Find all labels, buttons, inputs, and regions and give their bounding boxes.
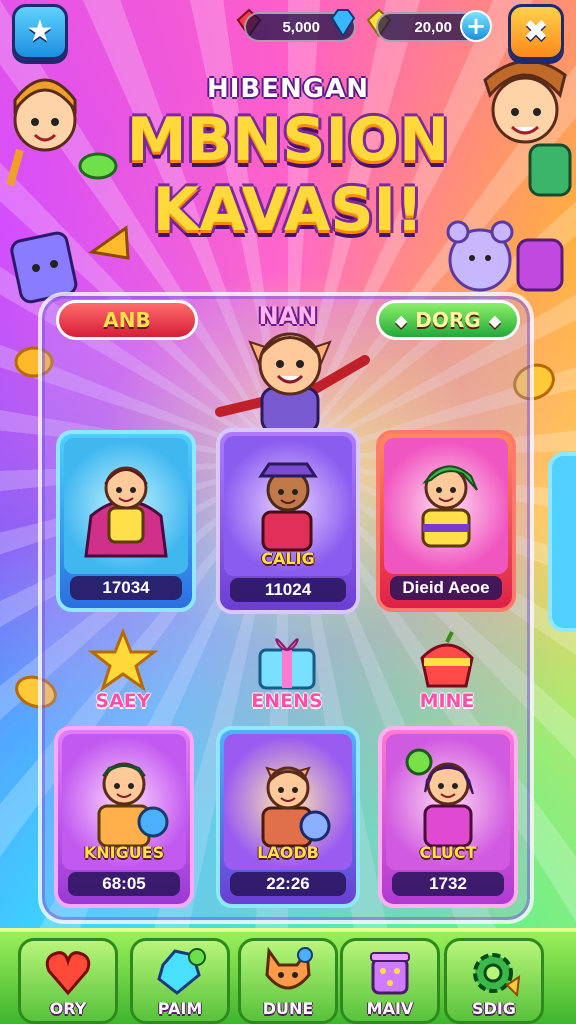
item-fruit[interactable]: MINE bbox=[382, 628, 512, 718]
right-tab-label: DORG bbox=[415, 308, 481, 332]
game-title-line-2: KAVASI! bbox=[152, 175, 424, 245]
plus-icon: + bbox=[465, 12, 487, 40]
puzzle-menu-button[interactable]: ✖ bbox=[508, 4, 564, 60]
character-card[interactable]: CALIG 11024 bbox=[216, 428, 360, 614]
card-name: LAODB bbox=[257, 843, 319, 862]
resource-value-gold: 20,00 bbox=[414, 18, 452, 36]
fruit-icon bbox=[420, 631, 474, 688]
card-value: 11024 bbox=[230, 578, 346, 602]
card-value: 68:05 bbox=[68, 872, 180, 896]
card-name: KNIGUES bbox=[83, 843, 165, 862]
card-art bbox=[384, 438, 508, 574]
top-bar: ★ 5,000 20,00 + ✖ bbox=[0, 0, 576, 60]
card-art bbox=[64, 438, 188, 574]
card-value: 1732 bbox=[392, 872, 504, 896]
nav-label: PAIM bbox=[157, 999, 203, 1018]
boy-character-icon bbox=[421, 465, 478, 548]
arrow-left-icon: ◆ bbox=[394, 310, 408, 330]
girl-character-icon bbox=[84, 466, 168, 558]
nav-label: MAIV bbox=[366, 999, 414, 1018]
hero-character[interactable] bbox=[210, 322, 370, 432]
game-title-line-1: MBNSION bbox=[126, 105, 450, 175]
card-value: 22:26 bbox=[230, 872, 346, 896]
left-tab-label: ANB bbox=[103, 308, 151, 332]
adventurer-character-icon bbox=[258, 462, 318, 552]
gift-icon bbox=[258, 638, 316, 690]
arrow-right-icon: ◆ bbox=[488, 310, 502, 330]
add-currency-button[interactable]: + bbox=[460, 10, 492, 42]
card-name: CLUCT bbox=[419, 843, 477, 862]
nav-item-ory[interactable]: ORY bbox=[18, 938, 118, 1024]
star-icon: ★ bbox=[26, 14, 54, 49]
nav-item-paim[interactable]: PAIM bbox=[130, 938, 230, 1024]
item-label: MINE bbox=[419, 690, 475, 712]
basket-icon bbox=[370, 952, 410, 995]
side-card-peek bbox=[548, 452, 576, 632]
right-tab-button[interactable]: ◆ DORG ◆ bbox=[376, 300, 520, 340]
character-card[interactable]: Dieid Aeoe bbox=[376, 430, 516, 612]
item-label: ENENS bbox=[251, 690, 323, 712]
gem-icon bbox=[157, 948, 206, 995]
character-card[interactable]: KNIGUES 68:05 bbox=[54, 726, 194, 908]
resource-value-ruby: 5,000 bbox=[282, 18, 320, 36]
item-label: SAEY bbox=[95, 690, 151, 712]
character-card[interactable]: 17034 bbox=[56, 430, 196, 612]
card-value: Dieid Aeoe bbox=[390, 576, 502, 600]
nav-label: DUNE bbox=[262, 999, 314, 1018]
star-menu-button[interactable]: ★ bbox=[12, 4, 68, 60]
nav-label: SDIG bbox=[472, 999, 516, 1018]
item-gift[interactable]: ENENS bbox=[222, 628, 352, 718]
heart-icon bbox=[45, 951, 91, 996]
bottom-nav: ORY PAIM DUNE MAIV SDIG bbox=[0, 928, 576, 1024]
nav-label: ORY bbox=[49, 999, 87, 1018]
character-card[interactable]: CLUCT 1732 bbox=[378, 726, 518, 908]
character-card[interactable]: LAODB 22:26 bbox=[216, 726, 360, 908]
nav-item-maiv[interactable]: MAIV bbox=[340, 938, 440, 1024]
cat-face-icon bbox=[265, 946, 313, 990]
star-icon bbox=[87, 627, 159, 692]
card-value: 17034 bbox=[70, 576, 182, 600]
nav-item-dune[interactable]: DUNE bbox=[238, 938, 338, 1024]
blue-gem-icon bbox=[330, 9, 356, 38]
pre-title: HIBENGAN bbox=[207, 74, 369, 104]
card-name: CALIG bbox=[261, 549, 315, 568]
gear-icon bbox=[473, 953, 521, 998]
nav-item-sdig[interactable]: SDIG bbox=[444, 938, 544, 1024]
puzzle-icon: ✖ bbox=[523, 14, 549, 49]
item-star[interactable]: SAEY bbox=[58, 627, 188, 718]
left-tab-button[interactable]: ANB bbox=[56, 300, 198, 340]
